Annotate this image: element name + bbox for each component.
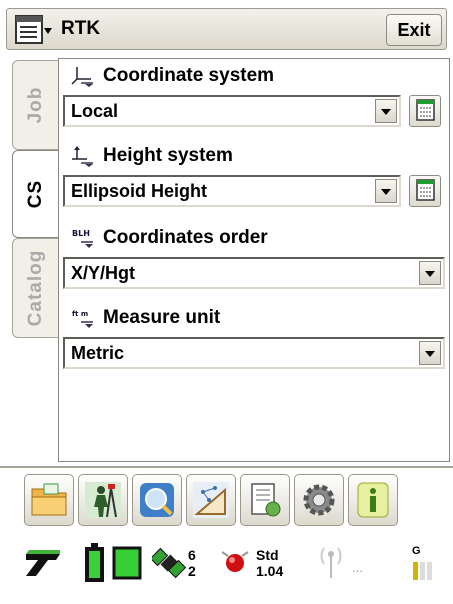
- measure-unit-icon: ft m: [72, 310, 93, 328]
- coordinates-order-icon: BLH: [72, 229, 93, 248]
- coordinate-system-dropdown-arrow[interactable]: [375, 99, 397, 123]
- coordinates-order-select[interactable]: X/Y/Hgt: [63, 257, 445, 289]
- view-icon: [140, 483, 174, 517]
- coordinates-order-dropdown-arrow[interactable]: [419, 261, 441, 285]
- height-system-details-button[interactable]: [409, 175, 441, 207]
- document-list-icon: [416, 179, 435, 201]
- view-button[interactable]: [132, 474, 182, 526]
- memory-card-icon[interactable]: [112, 546, 142, 585]
- coordinate-system-select[interactable]: Local: [63, 95, 401, 127]
- battery-icon[interactable]: [82, 542, 108, 589]
- settings-gear-icon: [303, 484, 335, 516]
- radio-status-text: ...: [352, 560, 363, 575]
- document-list-icon: [416, 99, 435, 121]
- tab-cs-label: CS: [24, 179, 46, 209]
- measure-unit-dropdown-arrow[interactable]: [419, 341, 441, 365]
- surveyor-button[interactable]: [78, 474, 128, 526]
- coordinate-system-icon: [71, 67, 93, 87]
- measure-unit-label-row: ft m Measure unit: [71, 305, 220, 331]
- tab-cs[interactable]: CS: [12, 150, 58, 238]
- height-system-dropdown-arrow[interactable]: [375, 179, 397, 203]
- import-export-button[interactable]: [240, 474, 290, 526]
- satellite-count-top: 6: [188, 547, 196, 563]
- status-bar: 6 2 Std 1.04 ... G: [20, 540, 445, 592]
- radio-antenna-icon[interactable]: [316, 544, 346, 585]
- satellite-count-bottom: 2: [188, 563, 196, 579]
- gsm-signal-icon[interactable]: [412, 558, 436, 585]
- svg-text:BLH: BLH: [72, 229, 90, 238]
- bottom-toolbar: [24, 474, 444, 528]
- coordinates-order-label-row: BLH Coordinates order: [71, 225, 268, 251]
- measure-unit-select[interactable]: Metric: [63, 337, 445, 369]
- settings-button[interactable]: [294, 474, 344, 526]
- tab-job[interactable]: Job: [12, 60, 58, 150]
- tab-catalog[interactable]: Catalog: [12, 238, 58, 338]
- cs-panel: Coordinate system Local Height system El…: [58, 58, 450, 462]
- coordinate-system-details-button[interactable]: [409, 95, 441, 127]
- coordinates-order-value: X/Y/Hgt: [71, 263, 136, 283]
- coordinates-order-label: Coordinates order: [103, 227, 268, 248]
- satellite-icon[interactable]: [149, 546, 187, 585]
- measure-unit-label: Measure unit: [103, 307, 221, 328]
- app-title: RTK: [61, 18, 101, 39]
- svg-text:ft m: ft m: [72, 310, 88, 318]
- exit-button[interactable]: Exit: [386, 14, 442, 46]
- height-system-label-row: Height system: [71, 143, 233, 169]
- solution-value: 1.04: [256, 563, 284, 579]
- info-icon: [357, 482, 389, 518]
- tab-job-label: Job: [24, 86, 46, 124]
- folder-button[interactable]: [24, 474, 74, 526]
- solution-label: Std: [256, 547, 279, 563]
- measure-unit-value: Metric: [71, 343, 125, 363]
- height-system-value: Ellipsoid Height: [71, 181, 208, 201]
- import-export-icon: [251, 483, 281, 517]
- tab-catalog-label: Catalog: [24, 249, 46, 327]
- surveyor-icon: [85, 482, 121, 518]
- cogo-icon: [193, 482, 229, 518]
- toolbar-divider: [0, 466, 453, 468]
- receiver-status-icon[interactable]: [24, 548, 64, 583]
- coordinate-system-value: Local: [71, 101, 119, 121]
- coordinate-system-label-row: Coordinate system: [71, 63, 274, 89]
- app-menu-icon[interactable]: [15, 15, 53, 45]
- gsm-label: G: [412, 545, 421, 557]
- folder-icon: [31, 483, 67, 516]
- height-system-select[interactable]: Ellipsoid Height: [63, 175, 401, 207]
- height-system-label: Height system: [103, 145, 233, 166]
- info-button[interactable]: [348, 474, 398, 526]
- coordinate-system-label: Coordinate system: [103, 65, 275, 86]
- title-bar: RTK Exit: [6, 8, 447, 50]
- solution-status-icon[interactable]: [220, 546, 250, 585]
- height-system-icon: [72, 146, 93, 167]
- cogo-button[interactable]: [186, 474, 236, 526]
